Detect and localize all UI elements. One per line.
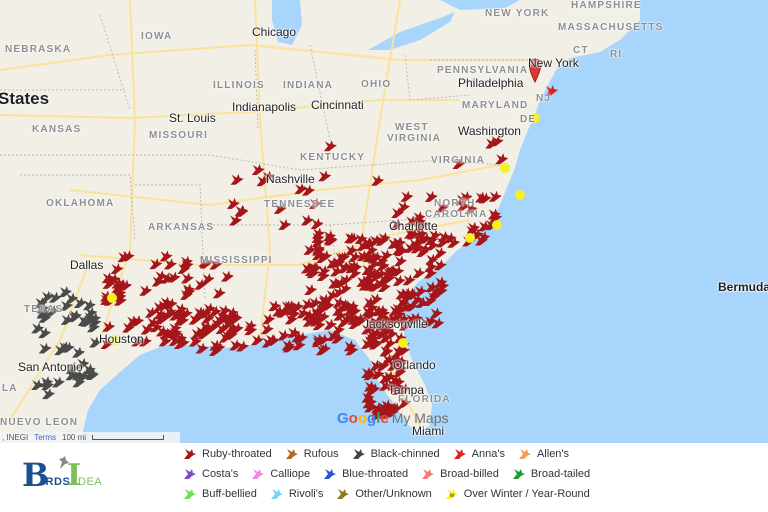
overwinter-marker[interactable] (107, 293, 117, 303)
hummingbird-icon: w (445, 489, 458, 499)
legend-label: Calliope (270, 468, 311, 480)
legend-row: Costa's Calliope Blue-throated Broad-billed… (183, 468, 603, 480)
hummingbird-icon (453, 449, 466, 459)
legend-label: Ruby-throated (202, 448, 272, 460)
overwinter-marker[interactable] (530, 113, 540, 123)
legend-item[interactable]: Buff-bellied (183, 488, 257, 500)
hummingbird-icon (184, 449, 196, 459)
legend-label: Over Winter / Year-Round (463, 488, 590, 500)
birds-idea-logo: B IRDS I DEA (22, 456, 102, 496)
overwinter-marker[interactable] (110, 335, 120, 345)
legend-label: Blue-throated (342, 468, 409, 480)
legend-label: Broad-billed (440, 468, 499, 480)
hummingbird-icon (337, 489, 350, 499)
legend-item[interactable]: Calliope (251, 468, 310, 480)
legend-item[interactable]: Ruby-throated (183, 448, 272, 460)
attribution-text: , INEGI (2, 433, 29, 442)
scale-label: 100 mi (62, 433, 87, 442)
svg-text:w: w (449, 493, 455, 499)
hummingbird-icon (270, 489, 283, 499)
legend-item[interactable]: Rufous (285, 448, 339, 460)
hummingbird-icon (285, 449, 298, 459)
sighting-marker[interactable] (414, 285, 428, 297)
map-canvas[interactable] (0, 0, 768, 443)
hummingbird-icon (252, 469, 265, 479)
hummingbird-icon (184, 469, 196, 479)
legend-row: Buff-bellied Rivoli's Other/Unknown w Over W… (183, 488, 603, 500)
legend-item[interactable]: Rivoli's (270, 488, 324, 500)
legend-label: Allen's (536, 448, 570, 460)
legend-label: Rivoli's (288, 488, 324, 500)
legend-label: Anna's (471, 448, 505, 460)
map-attribution: , INEGI Terms 100 mi (0, 432, 180, 443)
legend-row: Ruby-throated Rufous Black-chinned Anna's Al… (183, 448, 582, 460)
legend-label: Buff-bellied (202, 488, 257, 500)
land-mass (0, 0, 640, 443)
hummingbird-icon (324, 469, 337, 479)
legend-label: Rufous (303, 448, 339, 460)
legend-item[interactable]: Allen's (518, 448, 569, 460)
hummingbird-icon (352, 449, 365, 459)
legend-item[interactable]: Anna's (453, 448, 505, 460)
legend-item[interactable]: Blue-throated (323, 468, 408, 480)
sighting-marker[interactable] (545, 85, 558, 96)
logo-text-dea: DEA (78, 476, 103, 488)
legend-item[interactable]: w Over Winter / Year-Round (445, 488, 590, 500)
hummingbird-icon (518, 449, 531, 459)
overwinter-marker[interactable] (465, 233, 475, 243)
overwinter-marker[interactable] (515, 190, 525, 200)
legend-label: Costa's (202, 468, 239, 480)
legend-label: Broad-tailed (530, 468, 591, 480)
map-view[interactable]: NEBRASKA IOWA ILLINOIS INDIANA OHIO KANSAS MIS… (0, 0, 768, 443)
hummingbird-icon (512, 469, 525, 479)
hummingbird-icon (184, 489, 196, 499)
legend-item[interactable]: Broad-billed (421, 468, 499, 480)
legend-label: Other/Unknown (355, 488, 432, 500)
logo-letter-b: B (22, 456, 50, 494)
hummingbird-icon (422, 469, 435, 479)
legend-item[interactable]: Other/Unknown (336, 488, 432, 500)
overwinter-marker[interactable] (500, 163, 510, 173)
overwinter-marker[interactable] (492, 220, 502, 230)
overwinter-marker[interactable] (398, 338, 408, 348)
legend-label: Black-chinned (370, 448, 440, 460)
legend-item[interactable]: Black-chinned (352, 448, 440, 460)
legend-item[interactable]: Costa's (183, 468, 238, 480)
terms-link[interactable]: Terms (34, 433, 56, 442)
scale-bar (92, 435, 165, 440)
legend-item[interactable]: Broad-tailed (512, 468, 590, 480)
